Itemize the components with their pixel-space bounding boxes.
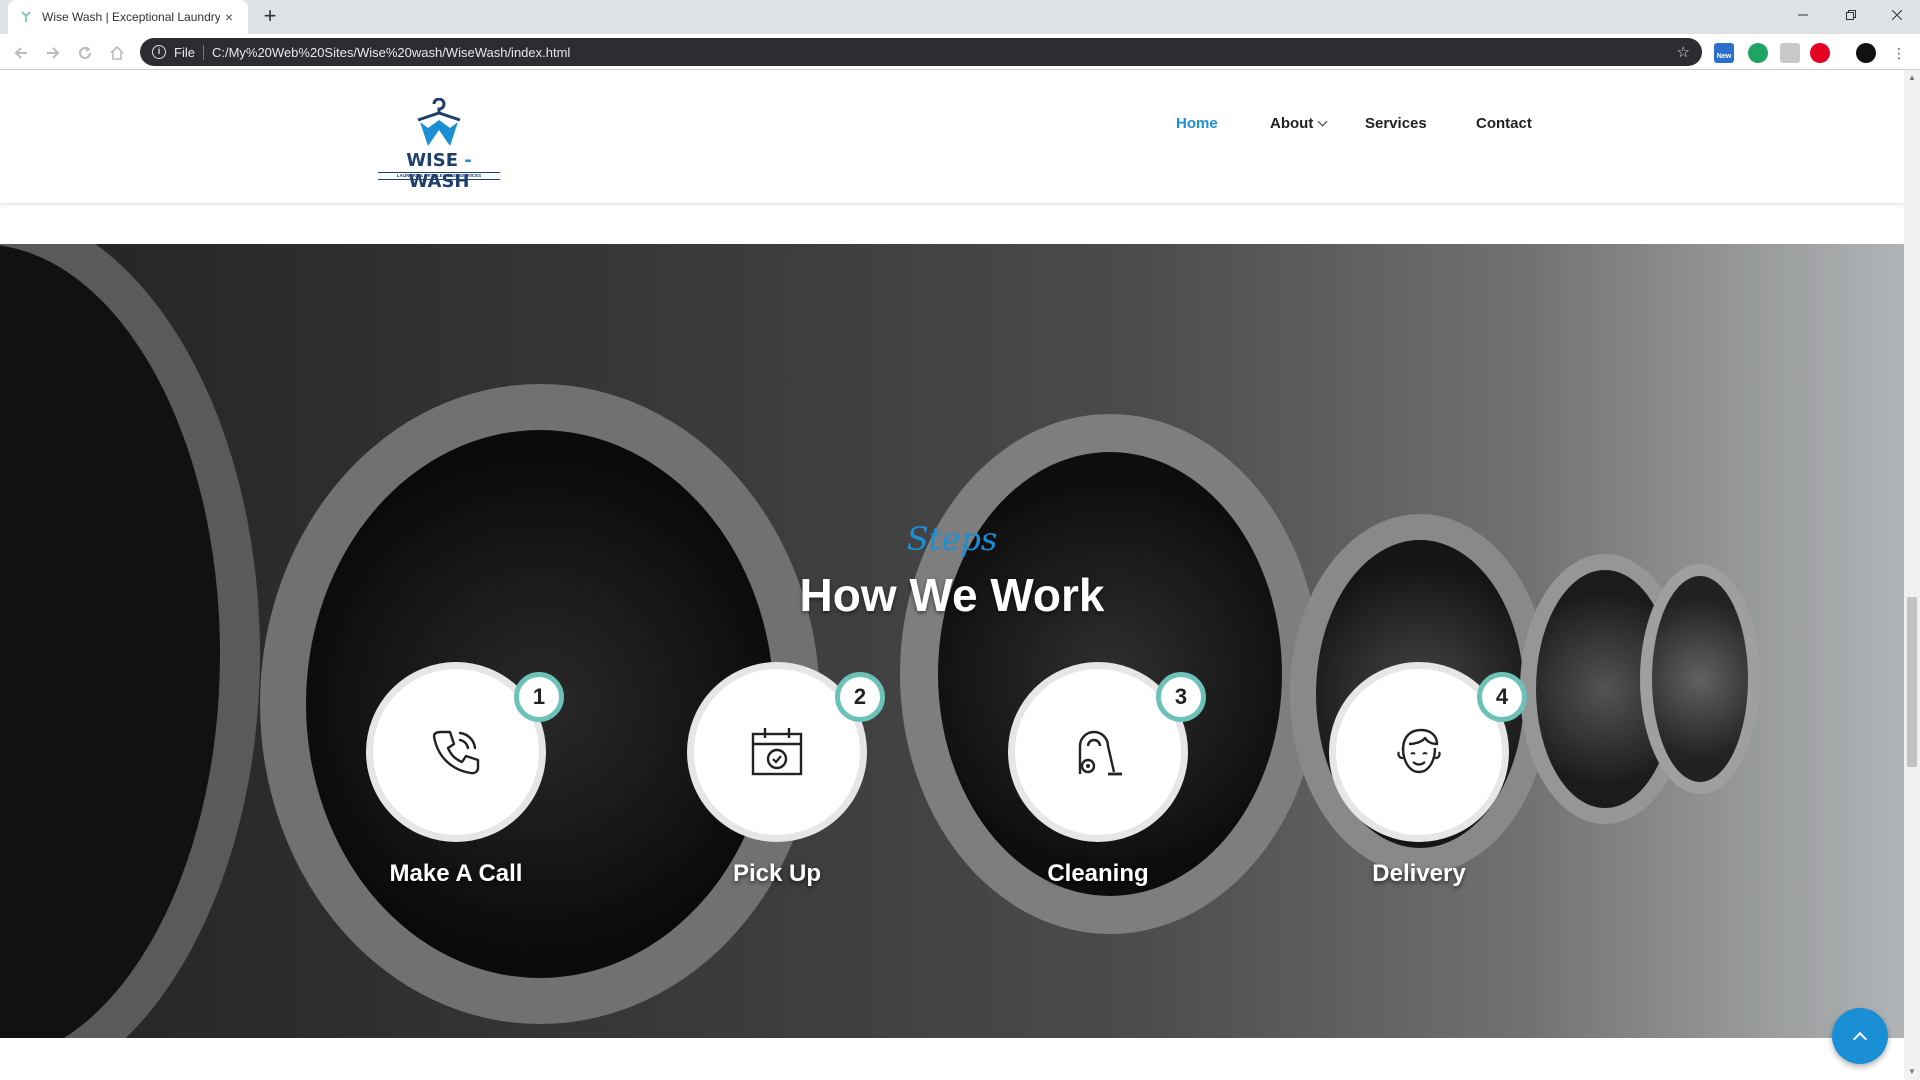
step-label: Cleaning bbox=[1047, 860, 1149, 887]
forward-icon[interactable] bbox=[40, 40, 66, 66]
nav-home[interactable]: Home bbox=[1176, 115, 1218, 139]
reload-icon[interactable] bbox=[72, 40, 98, 66]
logo-wordmark: WISE - WASH bbox=[378, 150, 500, 192]
step-number-badge: 2 bbox=[835, 672, 885, 722]
page-scrollbar[interactable]: ▲ ▼ bbox=[1904, 70, 1920, 1080]
page-viewport: WISE - WASH LAUNDRY & DRYCLEANING SERVIC… bbox=[0, 70, 1904, 1080]
scroll-up-arrow-icon[interactable]: ▲ bbox=[1904, 70, 1920, 86]
step-label: Delivery bbox=[1372, 860, 1466, 887]
chevron-up-icon bbox=[1852, 1031, 1868, 1046]
scheme-label: File bbox=[174, 44, 204, 60]
tab-close-icon[interactable]: × bbox=[220, 9, 238, 25]
site-info-icon[interactable]: i bbox=[152, 45, 166, 59]
browser-tab[interactable]: Wise Wash | Exceptional Laundry × bbox=[8, 0, 248, 34]
site-header: WISE - WASH LAUNDRY & DRYCLEANING SERVIC… bbox=[0, 70, 1904, 203]
close-window-icon[interactable] bbox=[1874, 0, 1920, 30]
step-cleaning: 3 Cleaning bbox=[1008, 662, 1206, 902]
logo-dash: - bbox=[464, 150, 472, 171]
bookmark-star-icon[interactable]: ☆ bbox=[1677, 43, 1690, 61]
how-we-work-section bbox=[0, 244, 1904, 1038]
section-subtitle: Steps bbox=[906, 520, 998, 558]
site-favicon-icon bbox=[18, 9, 34, 25]
step-make-a-call: 1 Make A Call bbox=[366, 662, 564, 902]
phone-icon bbox=[432, 730, 480, 775]
back-icon[interactable] bbox=[8, 40, 34, 66]
logo-hanger-icon bbox=[417, 97, 461, 146]
pinterest-icon[interactable] bbox=[1810, 43, 1830, 63]
scroll-down-arrow-icon[interactable]: ▼ bbox=[1904, 1064, 1920, 1080]
address-bar[interactable]: i File C:/My%20Web%20Sites/Wise%20wash/W… bbox=[140, 38, 1702, 66]
vacuum-icon bbox=[1078, 730, 1122, 776]
delivery-person-icon bbox=[1397, 728, 1441, 774]
nav-contact[interactable]: Contact bbox=[1476, 115, 1532, 139]
extension-gray-icon[interactable] bbox=[1780, 43, 1800, 63]
step-delivery: 4 Delivery bbox=[1329, 662, 1527, 902]
logo-tagline: LAUNDRY & DRYCLEANING SERVICES bbox=[378, 172, 500, 180]
step-number-badge: 4 bbox=[1477, 672, 1527, 722]
chevron-down-icon bbox=[1317, 116, 1328, 127]
profile-avatar[interactable] bbox=[1856, 43, 1876, 63]
restore-icon[interactable] bbox=[1828, 0, 1874, 30]
logo[interactable]: WISE - WASH LAUNDRY & DRYCLEANING SERVIC… bbox=[378, 97, 500, 192]
nav-services[interactable]: Services bbox=[1365, 115, 1427, 139]
browser-toolbar: i File C:/My%20Web%20Sites/Wise%20wash/W… bbox=[0, 34, 1920, 70]
nav-about-label: About bbox=[1270, 115, 1314, 132]
step-pick-up: 2 Pick Up bbox=[687, 662, 885, 902]
minimize-icon[interactable] bbox=[1780, 0, 1826, 30]
browser-tab-strip: Wise Wash | Exceptional Laundry × + bbox=[0, 0, 1920, 34]
tab-title: Wise Wash | Exceptional Laundry bbox=[42, 10, 220, 24]
browser-menu-icon[interactable]: ⋮ bbox=[1892, 45, 1906, 65]
step-label: Make A Call bbox=[389, 860, 523, 887]
section-title: How We Work bbox=[799, 569, 1105, 621]
back-to-top-button[interactable] bbox=[1832, 1008, 1888, 1064]
step-label: Pick Up bbox=[732, 860, 822, 887]
url-text[interactable]: C:/My%20Web%20Sites/Wise%20wash/WiseWash… bbox=[212, 45, 1677, 60]
calendar-icon bbox=[751, 728, 803, 776]
step-number-badge: 3 bbox=[1156, 672, 1206, 722]
extension-news-icon[interactable]: New bbox=[1714, 43, 1734, 63]
hero-overlay bbox=[0, 244, 1904, 1038]
scrollbar-thumb[interactable] bbox=[1907, 597, 1917, 767]
nav-about[interactable]: About bbox=[1270, 115, 1328, 139]
logo-word-wise: WISE bbox=[406, 150, 459, 171]
new-tab-button[interactable]: + bbox=[256, 4, 284, 30]
extension-grammar-icon[interactable] bbox=[1748, 43, 1768, 63]
step-number-badge: 1 bbox=[514, 672, 564, 722]
home-icon[interactable] bbox=[104, 40, 130, 66]
